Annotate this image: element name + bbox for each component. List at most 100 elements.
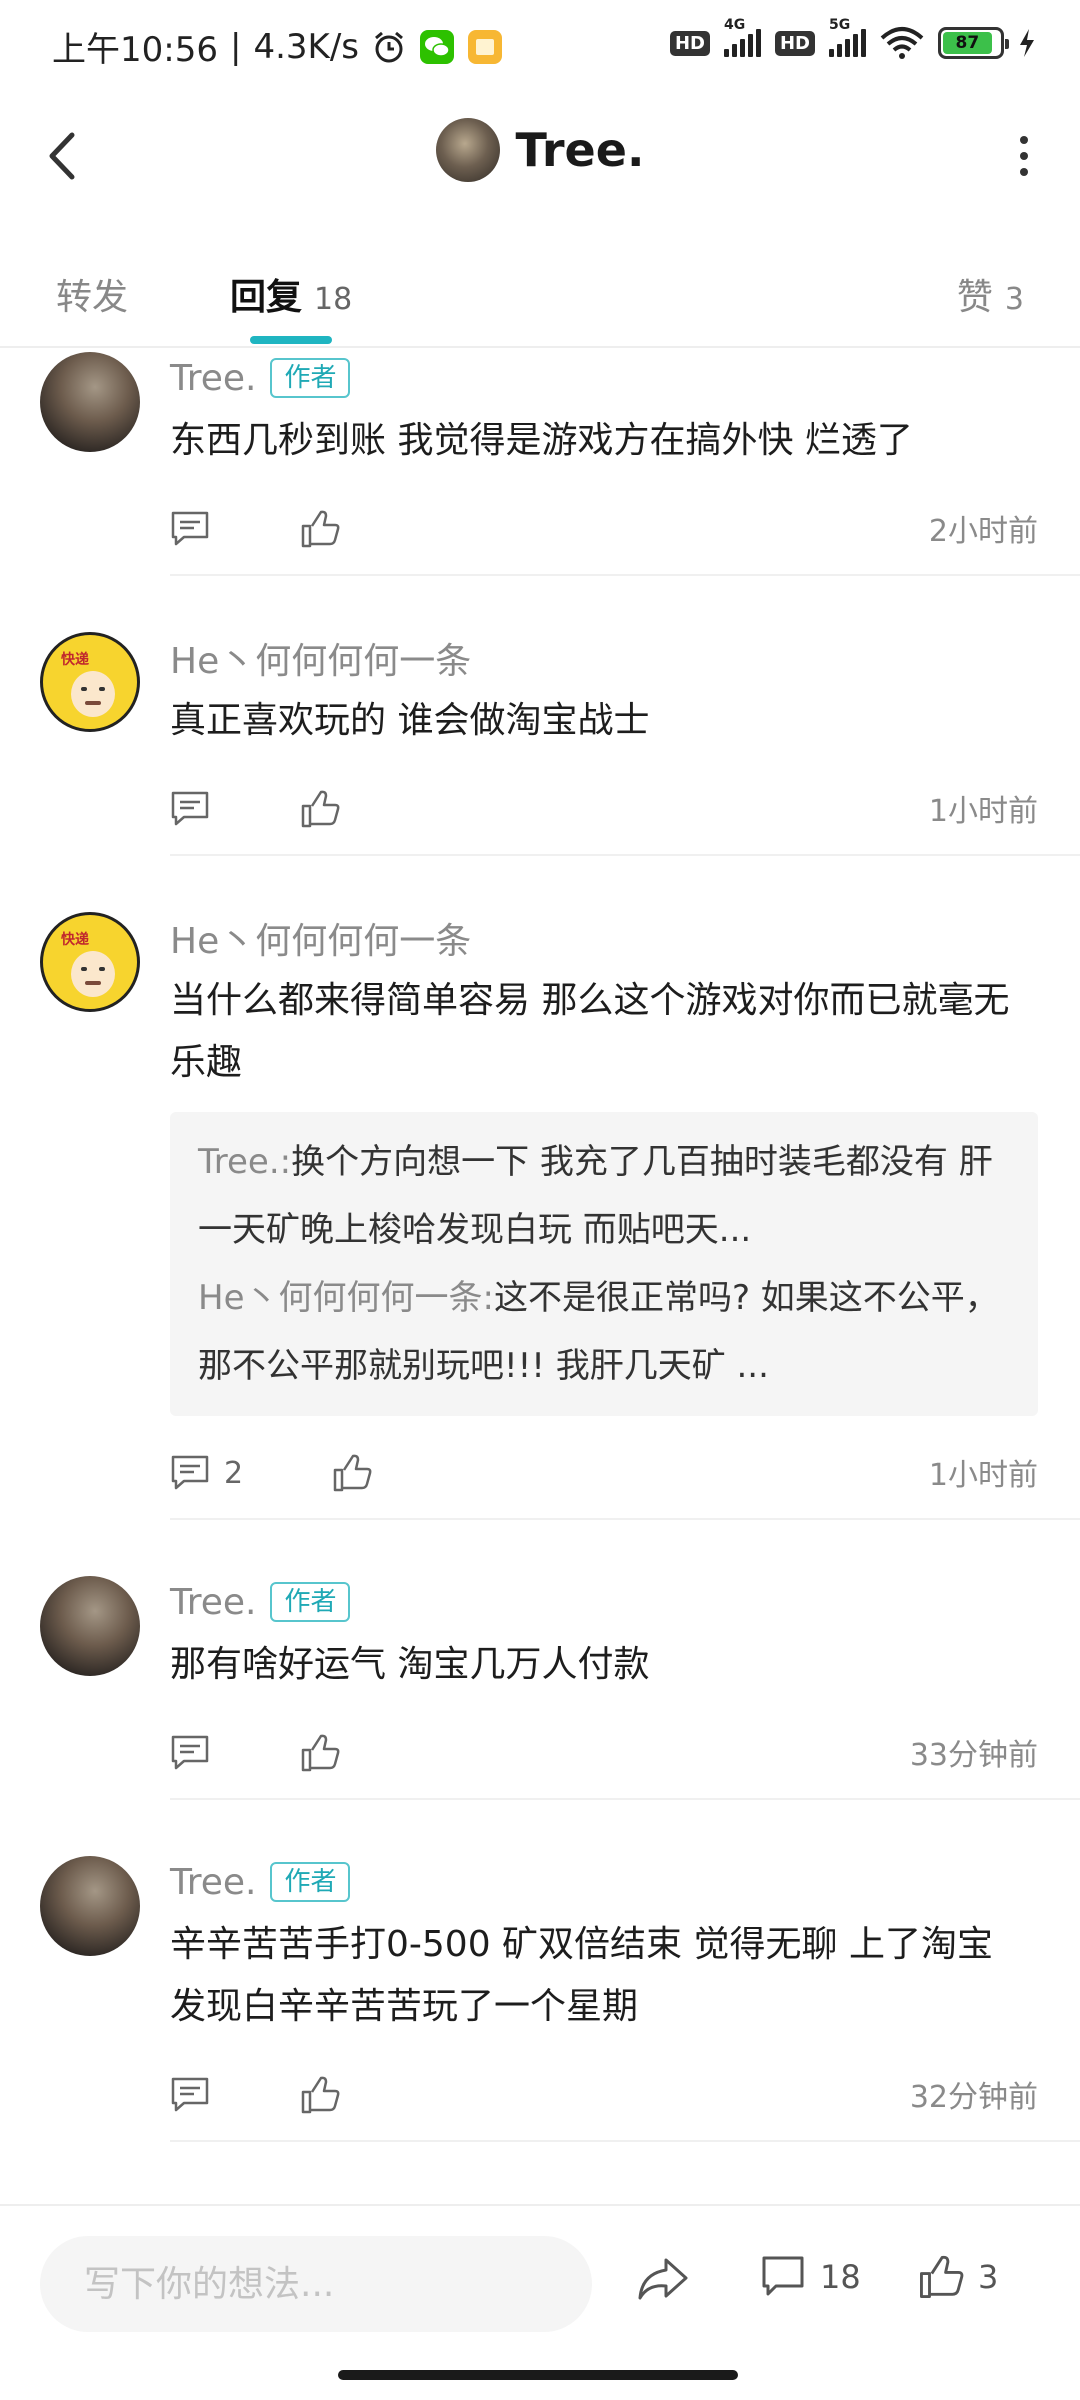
charging-icon xyxy=(1018,28,1036,58)
comment-author[interactable]: Tree. xyxy=(170,358,256,399)
thumbs-up-icon xyxy=(301,2076,340,2114)
hd-voice-icon-2: HD xyxy=(774,30,815,56)
reply-count: 2 xyxy=(224,1455,244,1491)
thumbs-up-icon xyxy=(301,1734,340,1772)
author-badge: 作者 xyxy=(270,1862,351,1902)
comment-time: 32分钟前 xyxy=(909,2080,1038,2115)
comment-text[interactable]: 那有啥好运气 淘宝几万人付款 xyxy=(170,1634,1038,1696)
signal-4g-icon: 4G xyxy=(723,17,761,57)
more-dot-icon xyxy=(1020,168,1028,176)
thumbs-up-icon xyxy=(920,2255,964,2298)
comment-author[interactable]: Tree. xyxy=(170,1862,256,1903)
comment-icon xyxy=(762,2256,804,2296)
divider xyxy=(170,1798,1080,1800)
divider xyxy=(170,2140,1080,2142)
comment-text[interactable]: 辛辛苦苦手打0-500 矿双倍结束 觉得无聊 上了淘宝 发现白辛辛苦苦玩了一个星… xyxy=(170,1914,1038,2038)
sub-reply-author[interactable]: He丶何何何何一条 xyxy=(198,1278,482,1318)
comment-author[interactable]: Tree. xyxy=(170,1582,256,1623)
bottom-action-bar: 18 3 xyxy=(0,2204,1080,2364)
wechat-icon xyxy=(419,29,455,65)
comment-time: 1小时前 xyxy=(928,1458,1038,1493)
avatar[interactable] xyxy=(40,1576,140,1676)
comment-icon xyxy=(171,791,209,826)
share-icon xyxy=(638,2258,688,2300)
hd-voice-icon: HD xyxy=(669,30,710,56)
avatar[interactable]: 快递 xyxy=(40,912,140,1012)
author-badge: 作者 xyxy=(270,1582,351,1622)
comment-count: 18 xyxy=(820,2258,861,2296)
avatar[interactable] xyxy=(40,1856,140,1956)
wifi-icon xyxy=(880,26,924,60)
reply-button[interactable] xyxy=(170,2076,300,2114)
sub-reply-box[interactable]: Tree.:换个方向想一下 我充了几百抽时装毛都没有 肝一天矿晚上梭哈发现白玩 … xyxy=(170,1112,1038,1416)
avatar[interactable] xyxy=(40,352,140,452)
clock: 上午10:56 xyxy=(52,30,218,70)
tab-like[interactable]: 赞 3 xyxy=(957,268,1024,320)
author-badge: 作者 xyxy=(270,358,351,398)
tab-reply[interactable]: 回复 18 xyxy=(230,268,352,320)
avatar[interactable] xyxy=(435,118,500,182)
more-dot-icon xyxy=(1020,152,1028,160)
comment-icon xyxy=(171,1455,209,1490)
reply-button[interactable] xyxy=(170,510,300,548)
like-count: 3 xyxy=(978,2258,999,2296)
like-button[interactable] xyxy=(300,509,340,549)
share-button[interactable] xyxy=(636,2254,690,2304)
sub-reply-text: 换个方向想一下 我充了几百抽时装毛都没有 肝一天矿晚上梭哈发现白玩 而贴吧天..… xyxy=(198,1142,993,1250)
comment-icon xyxy=(171,1735,209,1770)
comment-item: 快递 He丶何何何何一条 真正喜欢玩的 谁会做淘宝战士 1小时前 xyxy=(0,630,1080,856)
divider xyxy=(170,854,1080,856)
comment-time: 2小时前 xyxy=(928,514,1038,549)
comment-item: Tree. 作者 那有啥好运气 淘宝几万人付款 33分钟前 xyxy=(0,1574,1080,1800)
tab-indicator xyxy=(250,336,332,344)
comment-icon xyxy=(171,511,209,546)
like-button[interactable]: 3 xyxy=(918,2254,998,2300)
notes-app-icon xyxy=(467,29,503,65)
like-button[interactable] xyxy=(300,2075,340,2115)
reply-button[interactable]: 2 xyxy=(170,1454,332,1492)
comment-time: 33分钟前 xyxy=(909,1738,1038,1773)
more-dot-icon xyxy=(1020,136,1028,144)
comment-text[interactable]: 真正喜欢玩的 谁会做淘宝战士 xyxy=(170,690,1038,752)
divider xyxy=(170,574,1080,576)
status-bar: 上午10:56 | 4.3K/s HD 4G HD 5G 87 xyxy=(0,0,1080,100)
reply-button[interactable] xyxy=(170,790,300,828)
network-speed: 4.3K/s xyxy=(253,26,359,67)
like-button[interactable] xyxy=(300,789,340,829)
comment-author[interactable]: He丶何何何何一条 xyxy=(170,632,471,684)
more-options-button[interactable] xyxy=(996,128,1052,184)
header: Tree. xyxy=(0,100,1080,210)
comment-author[interactable]: He丶何何何何一条 xyxy=(170,912,471,964)
comment-list: Tree. 作者 东西几秒到账 我觉得是游戏方在搞外快 烂透了 2小时前 快递 xyxy=(0,350,1080,2142)
battery-icon: 87 xyxy=(938,27,1009,59)
thumbs-up-icon xyxy=(301,510,340,548)
thumbs-up-icon xyxy=(333,1454,372,1492)
comment-icon xyxy=(171,2077,209,2112)
comment-text[interactable]: 当什么都来得简单容易 那么这个游戏对你而已就毫无乐趣 xyxy=(170,970,1038,1094)
comment-item: Tree. 作者 东西几秒到账 我觉得是游戏方在搞外快 烂透了 2小时前 xyxy=(0,350,1080,576)
tab-repost[interactable]: 转发 xyxy=(56,268,128,320)
sub-reply: He丶何何何何一条:这不是很正常吗? 如果这不公平，那不公平那就别玩吧!!! 我… xyxy=(198,1278,999,1386)
tab-bar: 转发 回复 18 赞 3 xyxy=(0,250,1080,348)
thumbs-up-icon xyxy=(301,790,340,828)
reply-count: 18 xyxy=(314,282,353,317)
divider xyxy=(170,1518,1080,1520)
comment-time: 1小时前 xyxy=(928,794,1038,829)
signal-5g-icon: 5G xyxy=(829,17,866,57)
comment-input[interactable] xyxy=(84,2263,592,2305)
reply-button[interactable] xyxy=(170,1734,300,1772)
home-indicator[interactable] xyxy=(338,2370,738,2380)
sub-reply-author[interactable]: Tree. xyxy=(198,1142,280,1182)
comment-text[interactable]: 东西几秒到账 我觉得是游戏方在搞外快 烂透了 xyxy=(170,410,1038,472)
like-button[interactable] xyxy=(332,1453,372,1493)
avatar[interactable]: 快递 xyxy=(40,632,140,732)
comment-input-pill[interactable] xyxy=(40,2236,592,2332)
alarm-icon xyxy=(371,29,407,65)
like-button[interactable] xyxy=(300,1733,340,1773)
like-count: 3 xyxy=(1004,282,1024,317)
status-separator: | xyxy=(229,26,242,67)
page-title: Tree. xyxy=(515,123,645,177)
sub-reply: Tree.:换个方向想一下 我充了几百抽时装毛都没有 肝一天矿晚上梭哈发现白玩 … xyxy=(198,1142,993,1250)
comment-item: 快递 He丶何何何何一条 当什么都来得简单容易 那么这个游戏对你而已就毫无乐趣 … xyxy=(0,910,1080,1520)
comment-button[interactable]: 18 xyxy=(760,2254,861,2300)
